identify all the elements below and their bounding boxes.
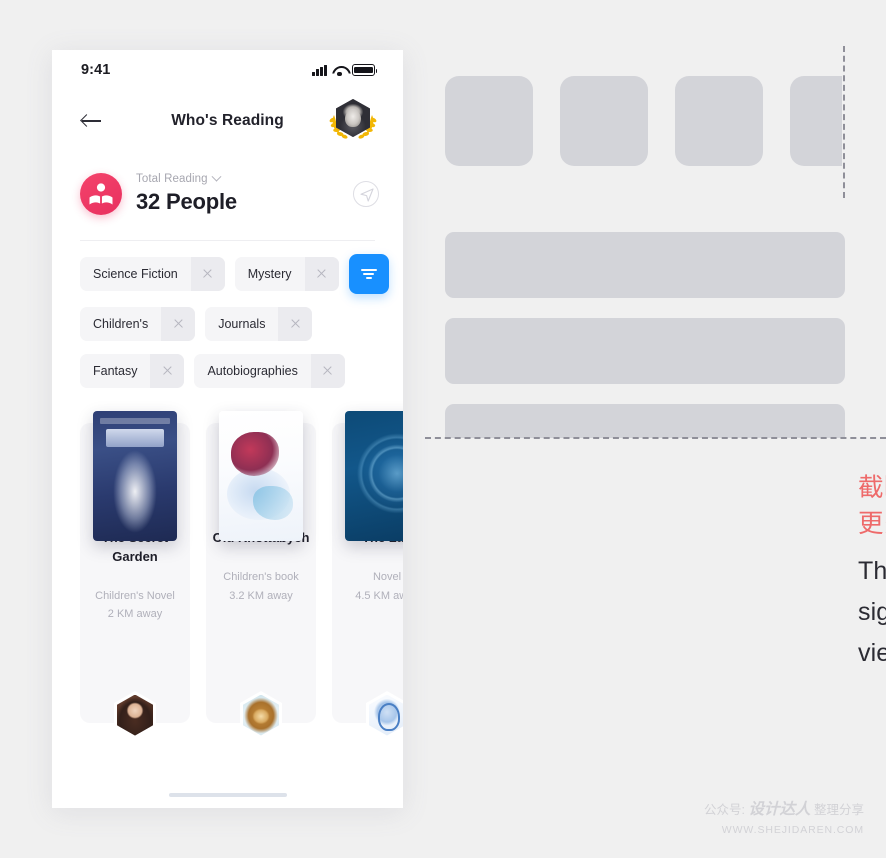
chip-label: Autobiographies <box>207 364 298 378</box>
filter-chips: Science Fiction Mystery Children's Journ… <box>52 241 403 388</box>
annotation-chinese: 截断的卡片设计暗示用户，这里还有更多的书可以查看 <box>858 474 886 539</box>
chip-row: Science Fiction Mystery <box>80 254 403 294</box>
book-card[interactable]: The Secret Garden Children's Novel 2 KM … <box>80 411 190 739</box>
wireframe-bar-list <box>445 232 845 438</box>
book-card[interactable]: Old Khottabych Children's book 3.2 KM aw… <box>206 411 316 739</box>
filter-lines-icon <box>360 267 377 281</box>
chevron-down-icon <box>211 171 222 182</box>
blue-face-avatar[interactable] <box>366 691 403 739</box>
wireframe-square-row <box>445 76 842 166</box>
people-count: 32 People <box>136 189 237 214</box>
vertical-dashed-cutline <box>843 46 845 198</box>
close-icon[interactable] <box>278 307 313 341</box>
horizontal-dashed-cutline <box>425 437 886 439</box>
book-card-list: The Secret Garden Children's Novel 2 KM … <box>52 401 403 739</box>
chip-label: Journals <box>218 317 266 331</box>
book-genre: Children's book <box>223 570 299 583</box>
filter-chip-mystery[interactable]: Mystery <box>234 257 339 291</box>
book-distance: 3.2 KM away <box>229 589 293 602</box>
close-icon[interactable] <box>150 354 185 388</box>
filter-chip-fantasy[interactable]: Fantasy <box>80 354 185 388</box>
book-distance: 4.5 KM away <box>355 589 403 602</box>
close-icon[interactable] <box>310 354 345 388</box>
chip-row: Children's Journals <box>80 307 403 341</box>
chip-label: Mystery <box>247 267 292 281</box>
watermark-prefix: 公众号: <box>704 803 745 818</box>
close-icon[interactable] <box>190 257 225 291</box>
home-indicator <box>168 792 287 797</box>
watermark: 公众号: 设计达人 整理分享 WWW.SHEJIDAREN.COM <box>704 799 864 838</box>
total-reading-label: Total Reading <box>136 173 208 185</box>
book-genre: Novel <box>372 570 402 583</box>
battery-icon <box>352 64 378 76</box>
total-reading-dropdown[interactable]: Total Reading <box>136 171 353 185</box>
book-card-truncated[interactable]: The Lab Novel 4.5 KM away <box>332 411 403 739</box>
wireframe-square <box>675 76 763 166</box>
woman-avatar[interactable] <box>114 691 156 739</box>
chip-label: Science Fiction <box>93 267 178 281</box>
filter-button[interactable] <box>348 254 389 294</box>
watermark-url: WWW.SHEJIDAREN.COM <box>721 823 864 836</box>
filter-chip-journals[interactable]: Journals <box>205 307 313 341</box>
phone-mockup: 9:41 Who's Reading Total Reading 32 Peop… <box>52 50 403 808</box>
wireframe-bar-truncated <box>445 404 845 438</box>
filter-chip-childrens[interactable]: Children's <box>80 307 196 341</box>
annotation-english: The truncated card gives the user a sign… <box>858 557 886 667</box>
watermark-brand-line: 公众号: 设计达人 整理分享 <box>704 799 864 821</box>
status-time: 9:41 <box>81 62 111 78</box>
status-bar: 9:41 <box>52 50 403 90</box>
close-icon[interactable] <box>161 307 196 341</box>
avatar[interactable] <box>327 99 379 143</box>
status-icons <box>312 64 378 77</box>
chip-label: Children's <box>93 317 149 331</box>
wireframe-bar <box>445 232 845 298</box>
book-genre: Children's Novel <box>95 589 175 602</box>
watermark-suffix: 整理分享 <box>813 803 864 818</box>
khu-vuon-bi-mat-cover <box>93 411 177 541</box>
watermark-brand: 设计达人 <box>748 801 811 819</box>
book-distance: 2 KM away <box>107 608 163 621</box>
nav-bar: Who's Reading <box>52 90 403 152</box>
book-meta: Children's Novel 2 KM away <box>80 587 190 624</box>
reading-summary: Total Reading 32 People <box>52 152 403 226</box>
chip-row: Fantasy Autobiographies <box>80 354 403 388</box>
chip-label: Fantasy <box>93 364 138 378</box>
book-meta: Children's book 3.2 KM away <box>206 568 316 605</box>
wireframe-square <box>560 76 648 166</box>
close-icon[interactable] <box>304 257 339 291</box>
signal-bars-icon <box>312 64 327 76</box>
back-arrow-icon[interactable] <box>80 109 104 133</box>
wifi-icon <box>332 65 347 77</box>
send-icon[interactable] <box>353 181 379 207</box>
annotation-text: 截断的卡片设计暗示用户，这里还有更多的书可以查看 The truncated c… <box>858 470 886 674</box>
annotation-panel: 截断的卡片设计暗示用户，这里还有更多的书可以查看 The truncated c… <box>425 0 886 858</box>
lion-avatar[interactable] <box>240 691 282 739</box>
person-reading-icon <box>80 173 122 215</box>
blue-ripple-cover <box>345 411 403 541</box>
book-meta: Novel 4.5 KM away <box>332 568 403 605</box>
summary-text: Total Reading 32 People <box>136 171 353 215</box>
wireframe-square <box>445 76 533 166</box>
wireframe-bar <box>445 318 845 384</box>
khottabych-cover <box>219 411 303 541</box>
filter-chip-science-fiction[interactable]: Science Fiction <box>80 257 225 291</box>
filter-chip-autobiographies[interactable]: Autobiographies <box>194 354 345 388</box>
wireframe-square-truncated <box>790 76 842 166</box>
